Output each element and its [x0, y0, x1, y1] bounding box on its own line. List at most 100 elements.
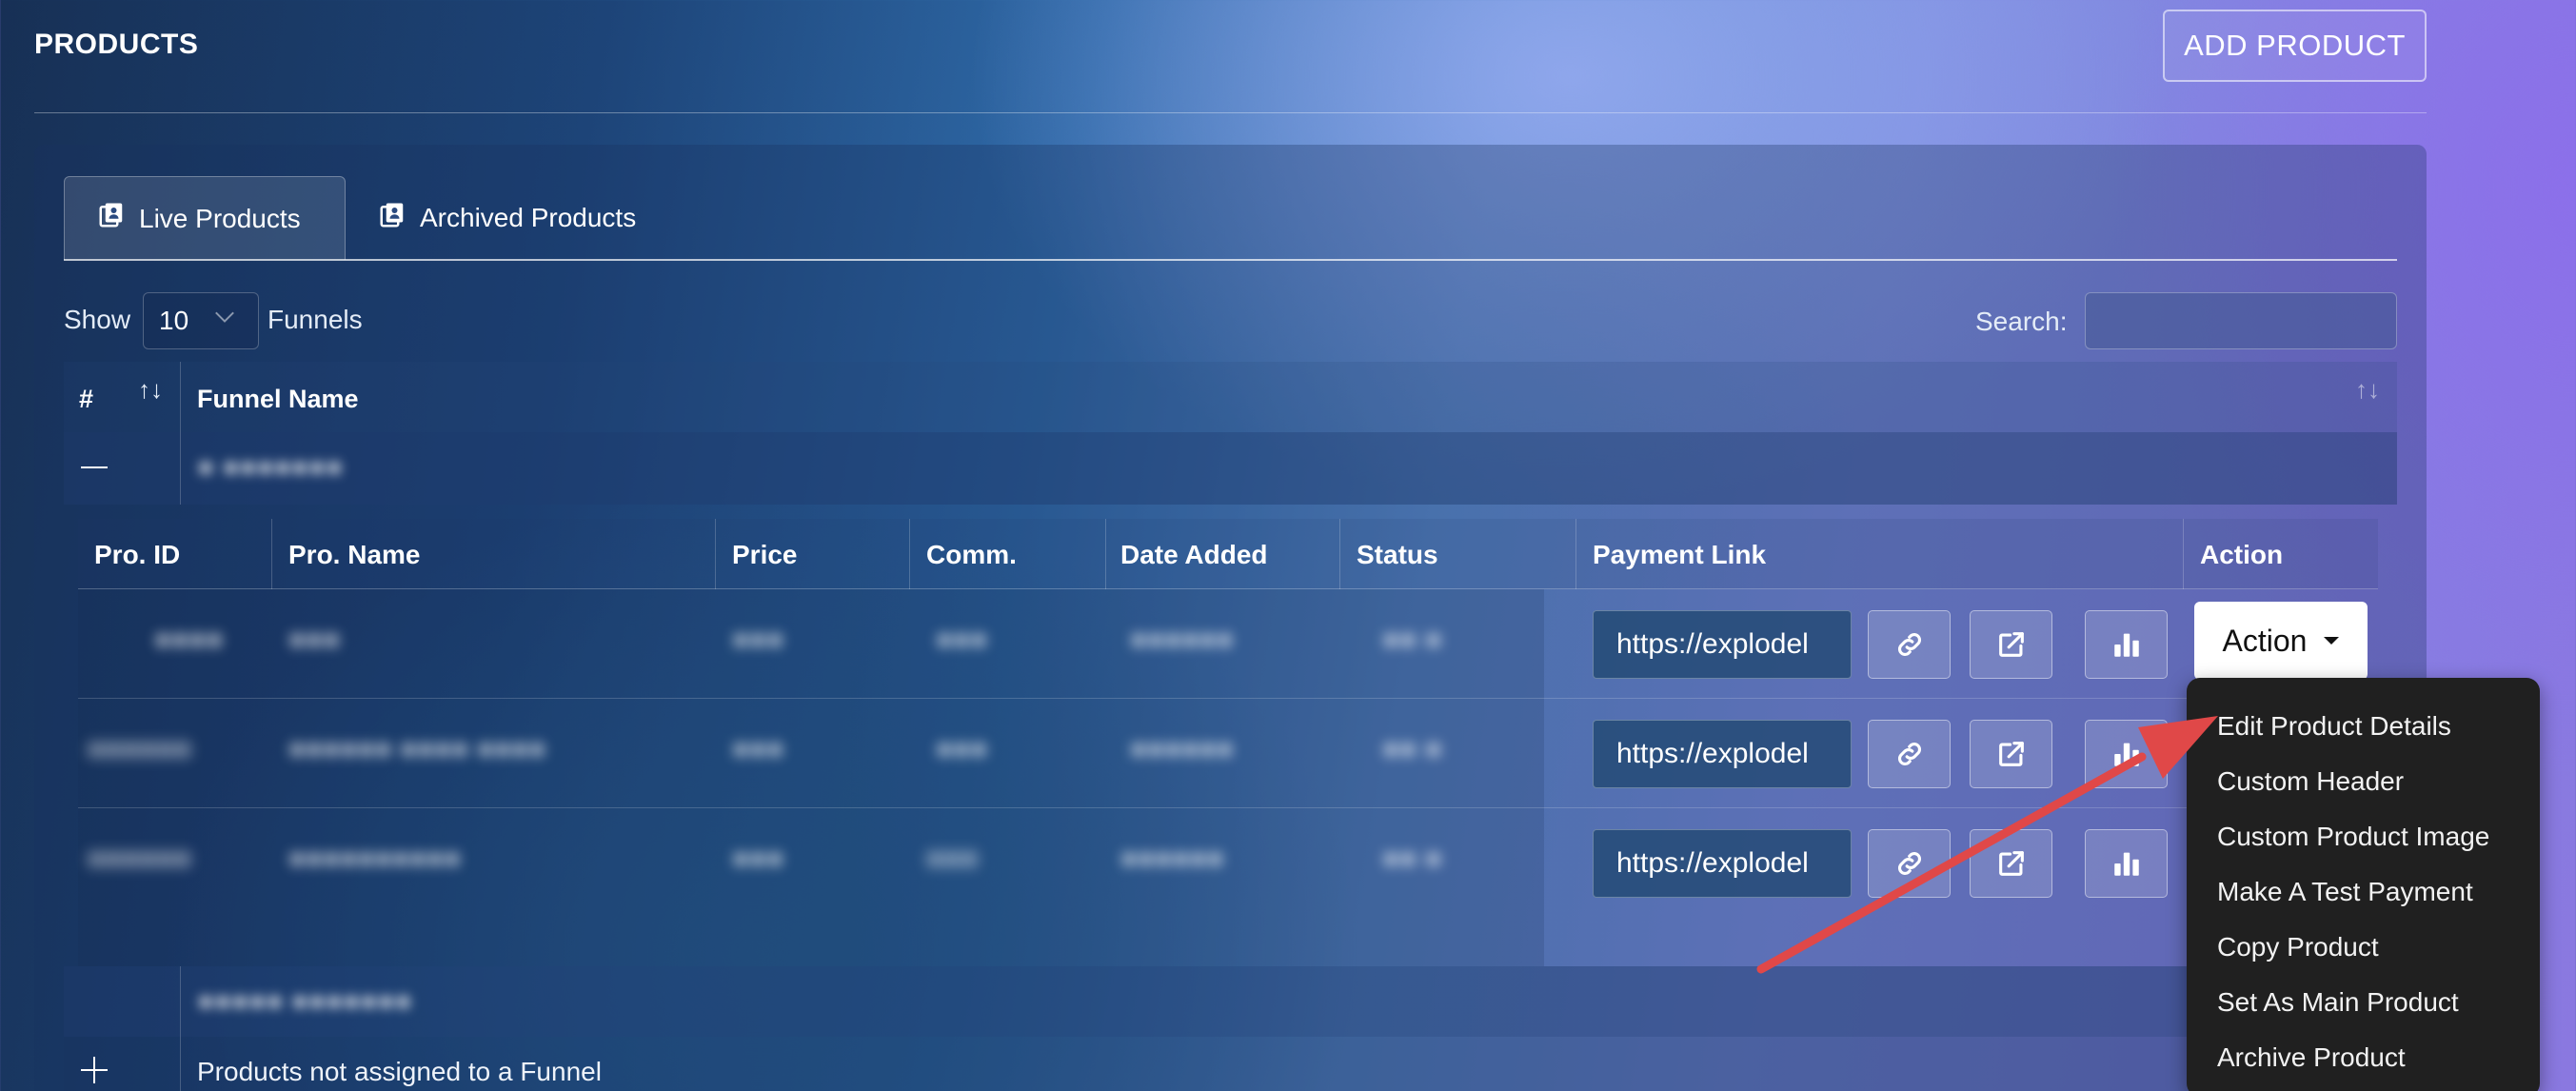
products-table-header: Pro. ID Pro. Name Price Comm. Date Added… — [78, 519, 2378, 589]
product-status: ●● ● — [1382, 843, 1442, 874]
product-price: ●●● — [732, 624, 784, 655]
column-divider — [715, 519, 716, 589]
tab-label: Live Products — [139, 203, 301, 233]
action-dropdown-button[interactable]: Action — [2194, 602, 2368, 680]
payment-link-field[interactable]: https://explodel — [1593, 610, 1852, 679]
search-input[interactable] — [2085, 292, 2397, 349]
product-date-added: ●●●●●● — [1130, 624, 1234, 655]
product-date-added: ●●●●●● — [1120, 843, 1224, 874]
funnel-name: ●●●●● ●●●●●●● — [197, 985, 412, 1017]
menu-item-edit-product-details[interactable]: Edit Product Details — [2187, 699, 2540, 754]
menu-item-copy-product[interactable]: Copy Product — [2187, 920, 2540, 975]
column-divider — [180, 1037, 181, 1091]
column-header-status: Status — [1357, 540, 1438, 569]
link-icon — [1897, 742, 1921, 766]
tab-label: Archived Products — [420, 203, 637, 232]
table-row: ●●●● ●●● ●●● ●●● ●●●●●● ●● ● https://exp… — [78, 589, 2378, 699]
products-table: Pro. ID Pro. Name Price Comm. Date Added… — [78, 519, 2378, 966]
open-link-button[interactable] — [1970, 829, 2052, 898]
product-status: ●● ● — [1382, 624, 1442, 655]
external-link-icon — [1998, 632, 2024, 657]
unassigned-products-row[interactable]: Products not assigned to a Funnel — [64, 1037, 2397, 1091]
column-header-number: # — [79, 385, 94, 413]
funnel-table-header: # ↑↓ Funnel Name ↑↓ — [64, 362, 2397, 432]
chevron-down-icon — [215, 304, 234, 323]
column-divider — [180, 362, 181, 432]
column-header-funnel-name: Funnel Name — [197, 385, 359, 413]
page-size-value: 10 — [159, 306, 189, 335]
column-divider — [909, 519, 910, 589]
show-label: Show — [64, 305, 131, 334]
external-link-icon — [1998, 851, 2024, 876]
column-divider — [1339, 519, 1340, 589]
page-title: PRODUCTS — [34, 29, 199, 60]
expand-icon-stem — [93, 1057, 95, 1083]
external-link-icon — [1998, 742, 2024, 766]
column-divider — [180, 432, 181, 505]
product-name: ●●●●●● ●●●● ●●●● — [288, 733, 546, 764]
product-date-added: ●●●●●● — [1130, 733, 1234, 764]
stats-button[interactable] — [2085, 829, 2168, 898]
menu-item-archive-product[interactable]: Archive Product — [2187, 1030, 2540, 1085]
table-row: ●●●●●● ●●●●●●●●●● ●●● ●●● ●●●●●● ●● ● ht… — [78, 808, 2378, 918]
menu-item-make-test-payment[interactable]: Make A Test Payment — [2187, 864, 2540, 920]
product-status: ●● ● — [1382, 733, 1442, 764]
payment-link-field[interactable]: https://explodel — [1593, 829, 1852, 898]
menu-item-set-as-main-product[interactable]: Set As Main Product — [2187, 975, 2540, 1030]
funnel-row[interactable]: ●●●●● ●●●●●●● — [64, 966, 2397, 1037]
bar-chart-icon — [2113, 633, 2139, 657]
copy-link-button[interactable] — [1868, 610, 1951, 679]
bar-chart-icon — [2113, 852, 2139, 876]
sort-icon[interactable]: ↑↓ — [138, 375, 163, 405]
menu-item-custom-header[interactable]: Custom Header — [2187, 754, 2540, 809]
copy-link-button[interactable] — [1868, 720, 1951, 788]
column-divider — [1575, 519, 1576, 589]
column-divider — [2183, 519, 2184, 589]
header-divider — [34, 112, 2427, 113]
stats-button[interactable] — [2085, 720, 2168, 788]
product-name: ●●● — [288, 624, 341, 655]
caret-down-icon — [2324, 637, 2340, 645]
product-id: ●●●●●● — [88, 843, 191, 874]
tabs-divider — [64, 259, 2397, 261]
column-header-date-added: Date Added — [1120, 540, 1268, 569]
product-commission: ●●● — [936, 733, 988, 764]
search-label: Search: — [1975, 307, 2068, 336]
action-menu: Edit Product Details Custom Header Custo… — [2187, 678, 2540, 1091]
unassigned-label: Products not assigned to a Funnel — [197, 1057, 602, 1086]
column-divider — [180, 966, 181, 1037]
product-price: ●●● — [732, 733, 784, 764]
column-divider — [1105, 519, 1106, 589]
page-size-select[interactable]: 10 — [143, 292, 259, 349]
collapse-icon[interactable] — [81, 466, 108, 468]
column-header-action: Action — [2200, 540, 2284, 569]
tab-live-products[interactable]: Live Products — [64, 176, 346, 260]
open-link-button[interactable] — [1970, 720, 2052, 788]
payment-link-field[interactable]: https://explodel — [1593, 720, 1852, 788]
column-header-pro-name: Pro. Name — [288, 540, 421, 569]
column-header-pro-id: Pro. ID — [94, 540, 181, 569]
product-commission: ●●● — [936, 624, 988, 655]
table-row: ●●●●●● ●●●●●● ●●●● ●●●● ●●● ●●● ●●●●●● ●… — [78, 699, 2378, 808]
funnel-row[interactable]: ● ●●●●●●● — [64, 432, 2397, 505]
link-icon — [1897, 632, 1921, 657]
product-id: ●●●●●● — [88, 733, 191, 764]
product-name: ●●●●●●●●●● — [288, 843, 462, 874]
column-header-payment-link: Payment Link — [1593, 540, 1767, 569]
bar-chart-icon — [2113, 743, 2139, 766]
stats-button[interactable] — [2085, 610, 2168, 679]
tab-archived-products[interactable]: Archived Products — [346, 176, 668, 260]
sort-icon[interactable]: ↑↓ — [2355, 375, 2380, 405]
menu-item-custom-product-image[interactable]: Custom Product Image — [2187, 809, 2540, 864]
funnel-name: ● ●●●●●●● — [197, 451, 344, 483]
link-icon — [1897, 851, 1921, 876]
product-commission: ●●● — [926, 843, 979, 874]
funnels-label: Funnels — [268, 305, 363, 334]
add-product-button[interactable]: ADD PRODUCT — [2163, 10, 2427, 82]
contact-book-icon — [97, 201, 126, 236]
open-link-button[interactable] — [1970, 610, 2052, 679]
column-header-comm: Comm. — [926, 540, 1017, 569]
copy-link-button[interactable] — [1868, 829, 1951, 898]
product-price: ●●● — [732, 843, 784, 874]
column-divider — [271, 519, 272, 589]
